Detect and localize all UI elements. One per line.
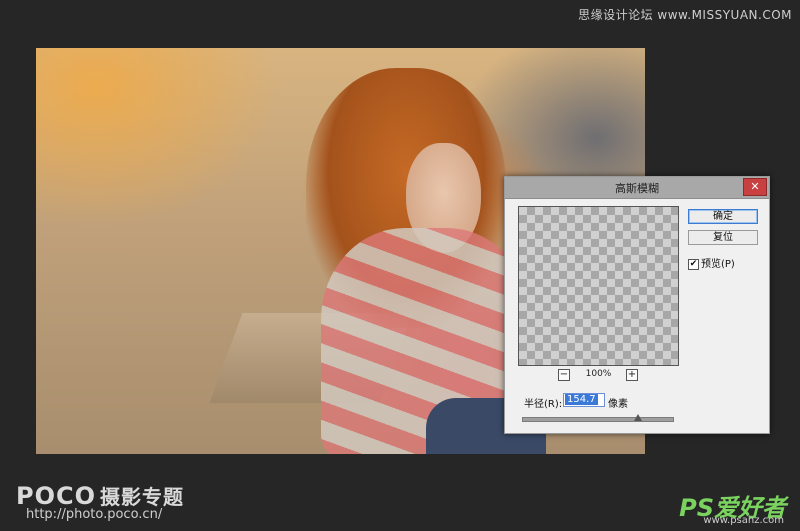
close-icon: ✕ (750, 180, 760, 193)
radius-slider-track[interactable] (522, 417, 674, 422)
ps-url: www.psahz.com (703, 515, 784, 526)
dialog-titlebar[interactable]: 高斯模糊 ✕ (505, 177, 769, 199)
poco-sub: 摄影专题 (100, 485, 185, 509)
blur-preview-area[interactable] (518, 206, 679, 366)
poco-brand: POCO (16, 482, 97, 510)
radius-unit: 像素 (608, 399, 628, 410)
zoom-level: 100% (585, 369, 612, 379)
reset-button[interactable]: 复位 (688, 230, 758, 245)
preview-checkbox-row[interactable]: ✔ 预览(P) (688, 255, 735, 270)
zoom-controls: − 100% + (518, 369, 679, 383)
gaussian-blur-dialog: 高斯模糊 ✕ − 100% + 确定 复位 ✔ 预览(P) 半径(R): 154.… (504, 176, 770, 434)
radius-input[interactable]: 154.7 (563, 393, 605, 407)
zoom-in-button[interactable]: + (626, 369, 638, 381)
radius-slider-thumb[interactable] (633, 414, 642, 421)
preview-checkbox[interactable]: ✔ (688, 258, 699, 270)
poco-url: http://photo.poco.cn/ (26, 507, 163, 522)
plus-icon: + (627, 369, 637, 380)
radius-value: 154.7 (565, 394, 598, 405)
watermark-top: 思缘设计论坛 www.MISSYUAN.COM (578, 8, 792, 22)
preview-label: 预览(P) (701, 259, 735, 270)
poco-logo: POCO 摄影专题 (16, 481, 184, 510)
close-button[interactable]: ✕ (743, 178, 767, 196)
radius-label: 半径(R): (524, 399, 563, 410)
ok-button[interactable]: 确定 (688, 209, 758, 224)
dialog-title: 高斯模糊 (615, 182, 659, 195)
